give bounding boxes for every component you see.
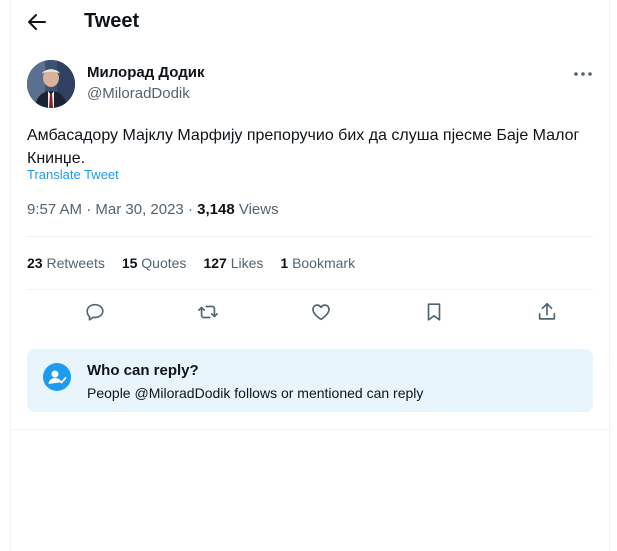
more-horizontal-icon[interactable] bbox=[571, 62, 595, 86]
author-name[interactable]: Милорад Додик bbox=[87, 64, 205, 81]
views-label: Views bbox=[238, 201, 279, 218]
retweets-count: 23 bbox=[27, 255, 43, 271]
bookmarks-label: Bookmark bbox=[292, 255, 356, 271]
arrow-left-icon[interactable] bbox=[25, 10, 49, 34]
tweet-meta: 9:57 AM · Mar 30, 2023 · 3,148 Views bbox=[27, 201, 279, 218]
divider bbox=[27, 289, 593, 290]
divider bbox=[27, 236, 593, 237]
tweet-time[interactable]: 9:57 AM bbox=[27, 201, 82, 218]
retweets-stat[interactable]: 23 Retweets bbox=[27, 255, 105, 271]
reply-restriction-box: Who can reply? People @MiloradDodik foll… bbox=[27, 349, 593, 412]
reply-restriction-description: People @MiloradDodik follows or mentione… bbox=[87, 385, 424, 401]
reply-restriction-title: Who can reply? bbox=[87, 362, 199, 379]
bookmark-icon[interactable] bbox=[423, 301, 445, 323]
tweet-stats: 23 Retweets 15 Quotes 127 Likes 1 Bookmark bbox=[27, 255, 372, 271]
bookmarks-stat[interactable]: 1 Bookmark bbox=[280, 255, 355, 271]
likes-count: 127 bbox=[203, 255, 227, 271]
avatar[interactable] bbox=[27, 60, 75, 108]
quotes-count: 15 bbox=[121, 255, 138, 271]
page-title: Tweet bbox=[84, 10, 140, 32]
meta-separator: · bbox=[183, 201, 198, 218]
tweet-date[interactable]: Mar 30, 2023 bbox=[95, 201, 183, 218]
page-header: Tweet bbox=[11, 0, 611, 44]
tweet-text: Амбасадору Мајклу Марфију препоручио бих… bbox=[27, 127, 580, 167]
bookmarks-count: 1 bbox=[280, 255, 289, 271]
likes-stat[interactable]: 127 Likes bbox=[203, 255, 263, 271]
meta-separator: · bbox=[82, 201, 96, 218]
reply-icon[interactable] bbox=[84, 301, 106, 323]
translate-link[interactable]: Translate Tweet bbox=[27, 167, 119, 182]
like-icon[interactable] bbox=[310, 301, 332, 323]
divider bbox=[11, 429, 611, 430]
retweet-icon[interactable] bbox=[197, 301, 219, 323]
views-count: 3,148 bbox=[197, 201, 235, 218]
author-handle[interactable]: @MiloradDodik bbox=[87, 85, 190, 102]
action-bar bbox=[27, 298, 593, 328]
mention-user-icon bbox=[43, 363, 71, 391]
share-icon[interactable] bbox=[536, 301, 558, 323]
quotes-stat[interactable]: 15 Quotes bbox=[122, 255, 187, 271]
retweets-label: Retweets bbox=[46, 255, 105, 271]
tweet-page: Tweet Милорад Додик @MiloradDodik Амбаса… bbox=[10, 0, 611, 551]
quotes-label: Quotes bbox=[141, 255, 187, 271]
likes-label: Likes bbox=[230, 255, 264, 271]
